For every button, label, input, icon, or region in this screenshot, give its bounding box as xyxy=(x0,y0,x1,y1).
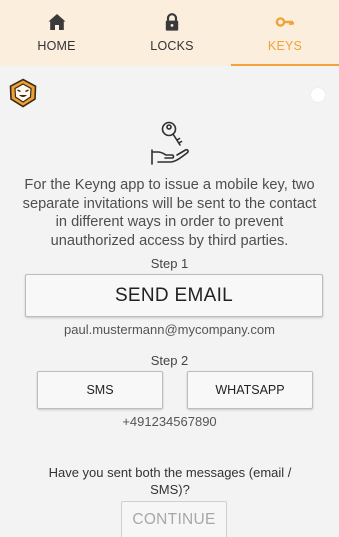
send-email-button[interactable]: SEND EMAIL xyxy=(25,274,323,317)
intro-text: For the Keyng app to issue a mobile key,… xyxy=(22,177,317,249)
hand-key-icon xyxy=(151,121,189,165)
status-dot[interactable] xyxy=(311,88,325,102)
tab-home-label: HOME xyxy=(37,39,76,53)
phone-number: +491234567890 xyxy=(122,414,217,429)
tab-locks[interactable]: LOCKS xyxy=(113,0,231,66)
tab-keys-label: KEYS xyxy=(267,39,303,53)
lock-icon xyxy=(165,13,179,31)
continue-button[interactable]: CONTINUE xyxy=(121,501,227,537)
tab-home[interactable]: HOME xyxy=(0,0,113,66)
confirmation-question: Have you sent both the messages (email /… xyxy=(48,465,292,497)
tab-locks-label: LOCKS xyxy=(150,39,194,53)
home-icon xyxy=(48,14,65,30)
sms-button[interactable]: SMS xyxy=(37,371,163,409)
tab-bar: HOME LOCKS KEYS xyxy=(0,0,339,66)
key-icon xyxy=(275,17,294,27)
step2-label: Step 2 xyxy=(150,353,189,368)
step1-label: Step 1 xyxy=(150,256,189,271)
email-address: paul.mustermann@mycompany.com xyxy=(64,322,275,337)
tab-keys[interactable]: KEYS xyxy=(231,0,339,66)
whatsapp-button[interactable]: WHATSAPP xyxy=(187,371,313,409)
lion-logo-icon[interactable] xyxy=(8,78,38,108)
